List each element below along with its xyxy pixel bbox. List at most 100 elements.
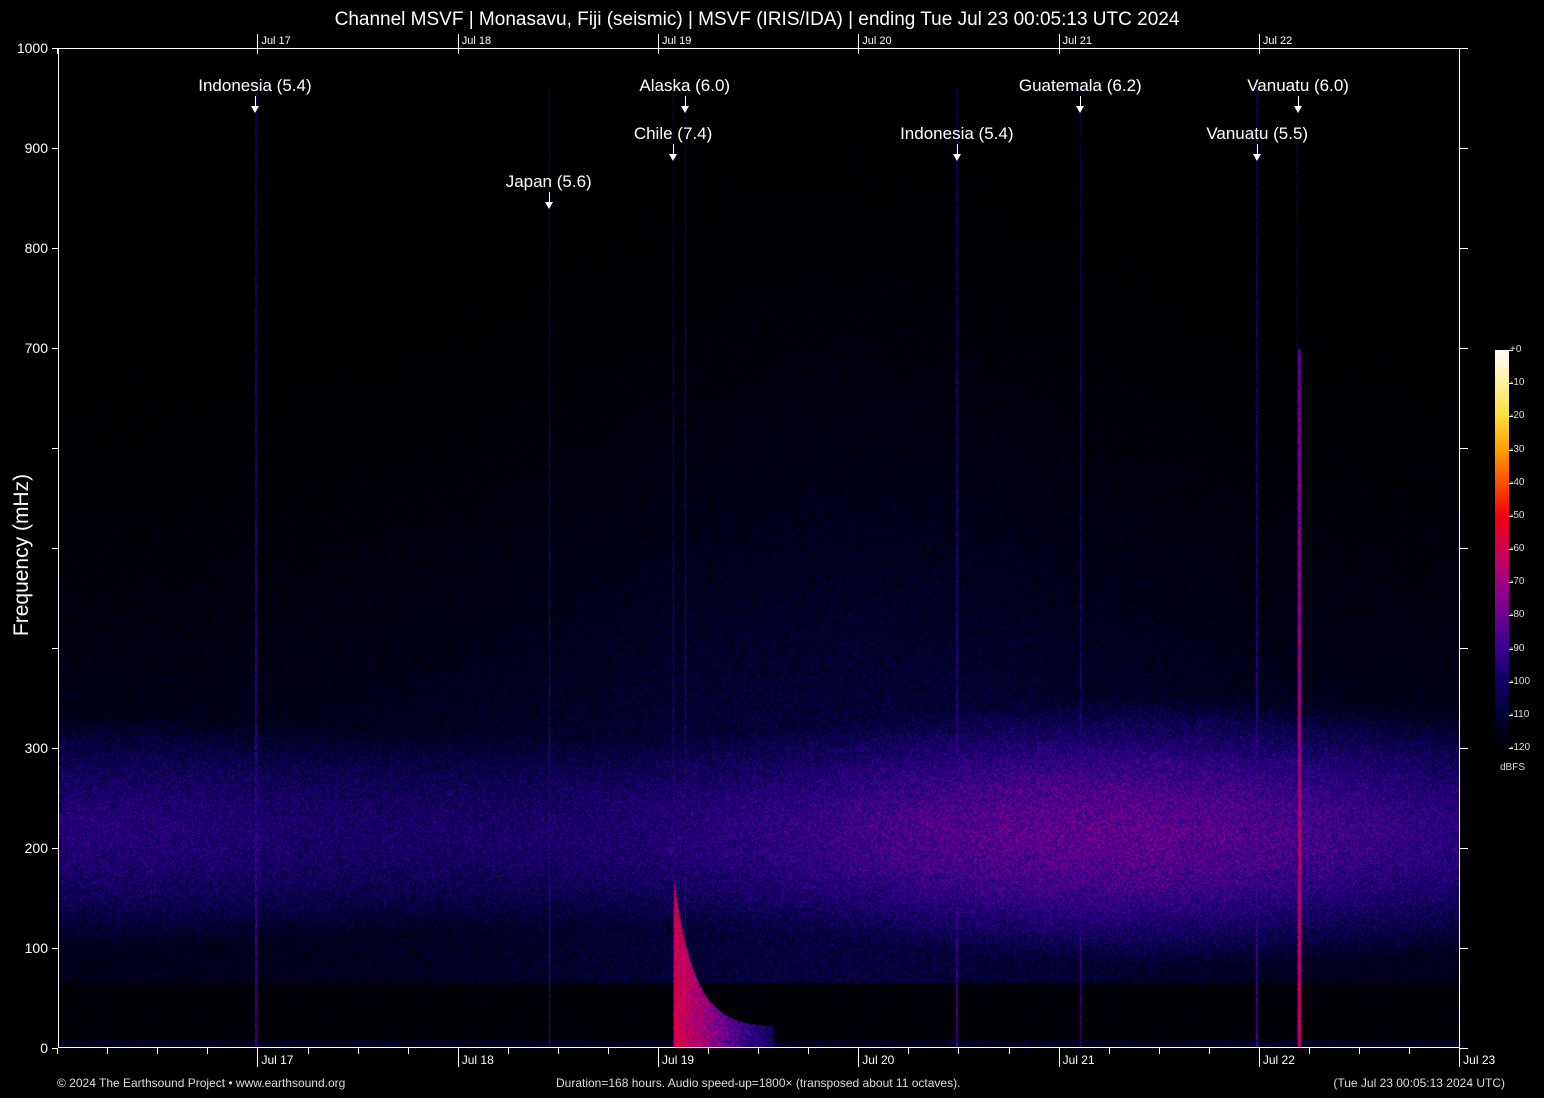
y-tick xyxy=(52,948,58,949)
colorbar-tick-label: -50 xyxy=(1510,510,1524,521)
event-label: Guatemala (6.2) xyxy=(1019,76,1142,96)
x-tick-label: Jul 22 xyxy=(1259,1053,1295,1067)
x-minor-tick xyxy=(758,1048,759,1054)
x-minor-tick-top xyxy=(1259,48,1260,54)
y-tick-right xyxy=(1460,448,1468,449)
x-minor-tick xyxy=(207,1048,208,1054)
y-tick-label: 300 xyxy=(0,740,48,756)
x-tick-label: Jul 21 xyxy=(1059,1053,1095,1067)
x-tick-label: Jul 18 xyxy=(458,1053,494,1067)
y-tick-right xyxy=(1460,748,1468,749)
event-label: Indonesia (5.4) xyxy=(198,76,311,96)
x-minor-tick xyxy=(57,1048,58,1054)
y-tick-right xyxy=(1460,1048,1468,1049)
x-minor-tick xyxy=(1309,1048,1310,1054)
x-minor-tick-top xyxy=(1059,48,1060,54)
event-arrow-icon xyxy=(1298,96,1299,108)
x-minor-tick xyxy=(157,1048,158,1054)
y-tick-label: 0 xyxy=(0,1040,48,1056)
x-minor-tick xyxy=(708,1048,709,1054)
x-minor-tick xyxy=(308,1048,309,1054)
y-tick xyxy=(52,348,58,349)
y-tick-right xyxy=(1460,148,1468,149)
event-arrow-icon xyxy=(957,144,958,156)
event-label: Indonesia (5.4) xyxy=(900,124,1013,144)
x-minor-tick xyxy=(358,1048,359,1054)
y-tick xyxy=(52,648,58,649)
x-minor-tick-top xyxy=(1459,48,1460,54)
footer-timestamp: (Tue Jul 23 00:05:13 2024 UTC) xyxy=(1333,1076,1505,1090)
event-label: Vanuatu (6.0) xyxy=(1247,76,1349,96)
colorbar-tick-label: -70 xyxy=(1510,576,1524,587)
y-tick-label: 1000 xyxy=(0,40,48,56)
x-minor-tick xyxy=(1209,1048,1210,1054)
y-tick xyxy=(52,248,58,249)
colorbar-tick-label: -100 xyxy=(1510,676,1530,687)
x-minor-tick xyxy=(408,1048,409,1054)
colorbar-tick-label: -30 xyxy=(1510,444,1524,455)
x-tick-label-top: Jul 22 xyxy=(1259,34,1292,48)
y-tick-right xyxy=(1460,548,1468,549)
x-minor-tick xyxy=(808,1048,809,1054)
y-tick-right xyxy=(1460,348,1468,349)
colorbar-tick-label: -60 xyxy=(1510,543,1524,554)
x-tick-label-top: Jul 21 xyxy=(1059,34,1092,48)
x-tick-label-top: Jul 17 xyxy=(257,34,290,48)
x-minor-tick xyxy=(1009,1048,1010,1054)
x-tick-label: Jul 17 xyxy=(257,1053,293,1067)
event-label: Chile (7.4) xyxy=(634,124,712,144)
y-tick-label: 200 xyxy=(0,840,48,856)
x-minor-tick xyxy=(508,1048,509,1054)
y-axis-title: Frequency (mHz) xyxy=(10,474,34,636)
y-tick xyxy=(52,148,58,149)
x-minor-tick-top xyxy=(858,48,859,54)
x-minor-tick xyxy=(608,1048,609,1054)
x-minor-tick xyxy=(1409,1048,1410,1054)
y-tick xyxy=(52,448,58,449)
x-tick-label-top: Jul 20 xyxy=(858,34,891,48)
x-minor-tick xyxy=(1109,1048,1110,1054)
y-tick-label: 700 xyxy=(0,340,48,356)
event-label: Alaska (6.0) xyxy=(639,76,730,96)
event-arrow-icon xyxy=(1257,144,1258,156)
event-arrow-icon xyxy=(1080,96,1081,108)
colorbar-tick-label: -10 xyxy=(1510,377,1524,388)
plot-frame xyxy=(58,48,1460,1048)
y-tick xyxy=(52,848,58,849)
y-tick-right xyxy=(1460,648,1468,649)
x-minor-tick xyxy=(958,1048,959,1054)
x-minor-tick-top xyxy=(257,48,258,54)
y-tick-label: 100 xyxy=(0,940,48,956)
x-minor-tick xyxy=(107,1048,108,1054)
event-label: Vanuatu (5.5) xyxy=(1206,124,1308,144)
x-minor-tick-top xyxy=(658,48,659,54)
event-arrow-icon xyxy=(549,192,550,204)
y-tick-right xyxy=(1460,248,1468,249)
y-tick-right xyxy=(1460,848,1468,849)
footer-duration: Duration=168 hours. Audio speed-up=1800×… xyxy=(556,1076,960,1090)
colorbar-unit: dBFS xyxy=(1500,762,1525,773)
y-tick xyxy=(52,548,58,549)
colorbar-tick-label: -120 xyxy=(1510,742,1530,753)
y-tick-label: 900 xyxy=(0,140,48,156)
x-tick-label-top: Jul 18 xyxy=(458,34,491,48)
colorbar-tick-label: +0 xyxy=(1510,344,1521,355)
x-tick-label-top: Jul 19 xyxy=(658,34,691,48)
x-minor-tick xyxy=(908,1048,909,1054)
event-arrow-icon xyxy=(673,144,674,156)
footer-copyright: © 2024 The Earthsound Project • www.eart… xyxy=(57,1076,345,1090)
y-tick-right xyxy=(1460,48,1468,49)
y-tick-right xyxy=(1460,948,1468,949)
colorbar xyxy=(1495,350,1509,748)
x-minor-tick xyxy=(558,1048,559,1054)
y-tick xyxy=(52,748,58,749)
x-tick-label: Jul 20 xyxy=(858,1053,894,1067)
x-minor-tick xyxy=(1159,1048,1160,1054)
colorbar-tick-label: -110 xyxy=(1510,709,1529,720)
chart-title: Channel MSVF | Monasavu, Fiji (seismic) … xyxy=(0,9,1514,31)
x-minor-tick-top xyxy=(57,48,58,54)
colorbar-tick-label: -40 xyxy=(1510,477,1524,488)
x-minor-tick xyxy=(1359,1048,1360,1054)
event-arrow-icon xyxy=(255,96,256,108)
y-tick-label: 800 xyxy=(0,240,48,256)
